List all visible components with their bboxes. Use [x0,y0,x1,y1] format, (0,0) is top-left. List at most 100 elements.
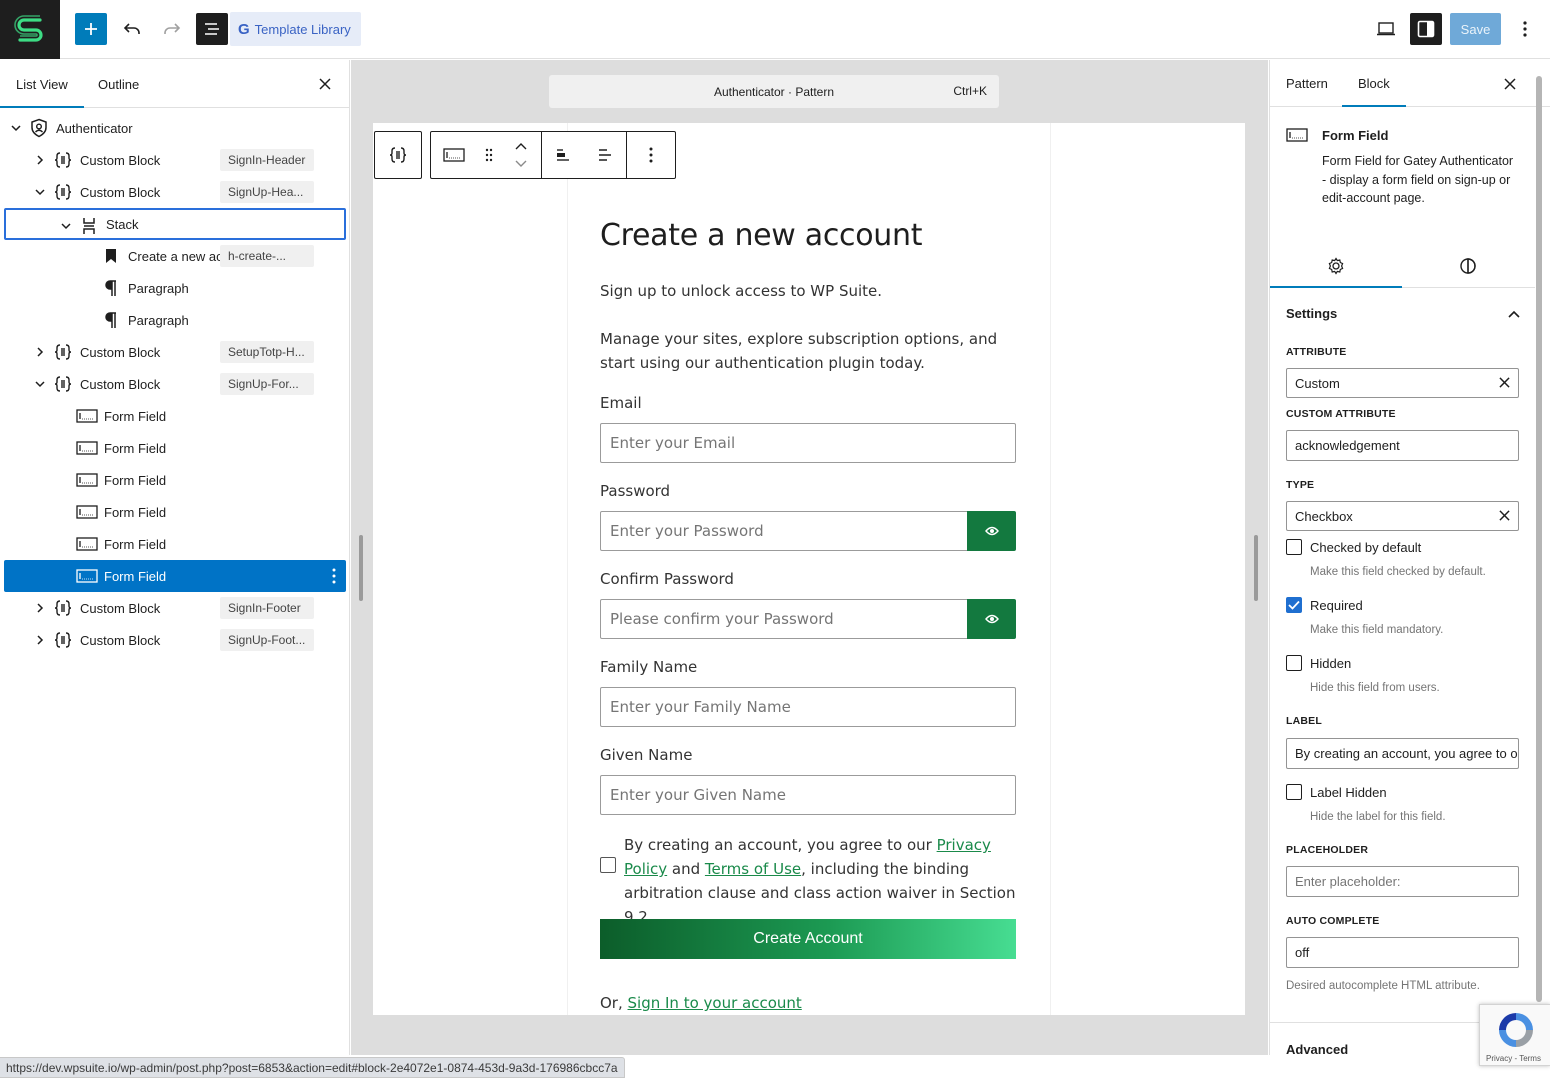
template-library-button[interactable]: G Template Library [230,12,361,46]
clear-type-icon[interactable] [1499,509,1510,524]
justify-button[interactable] [584,132,626,178]
list-view-item[interactable]: Custom Block SignUp-For... [4,368,346,400]
label-label: LABEL [1286,715,1322,727]
list-view-item[interactable]: Form Field [4,560,346,592]
chevron-right-icon[interactable] [34,346,46,358]
list-view-item[interactable]: Form Field [4,400,346,432]
block-options-button[interactable] [627,132,675,178]
eye-icon [984,614,999,624]
recaptcha-links[interactable]: Privacy - Terms [1486,1054,1541,1063]
gear-icon [1328,257,1344,275]
redo-icon [164,23,181,34]
show-confirm-password-button[interactable] [967,599,1016,639]
type-select[interactable]: Checkbox [1286,501,1519,531]
settings-sidebar-toggle[interactable] [1410,13,1442,45]
tab-pattern[interactable]: Pattern [1270,60,1344,107]
list-view-item[interactable]: Custom Block SetupTotp-H... [4,336,346,368]
resize-handle-right[interactable] [1254,535,1258,601]
list-view-item[interactable]: Form Field [4,464,346,496]
hidden-help: Hide this field from users. [1310,682,1440,694]
preview-device-button[interactable] [1370,13,1402,45]
checked-by-default-checkbox[interactable] [1286,539,1302,555]
document-overview-button[interactable] [196,13,228,45]
block-type-button[interactable] [431,132,477,178]
settings-title: Settings [1286,306,1338,321]
type-value: Checkbox [1295,508,1353,524]
consent-checkbox[interactable] [600,857,616,873]
list-view-item[interactable]: Authenticator [4,112,346,144]
create-account-button[interactable]: Create Account [600,919,1016,959]
list-view-item[interactable]: Paragraph [4,272,346,304]
resize-handle-left[interactable] [359,535,363,601]
form-field-icon [443,148,465,162]
chevron-right-icon[interactable] [34,602,46,614]
save-button[interactable]: Save [1450,13,1501,45]
confirm-password-field[interactable]: Please confirm your Password [600,599,968,639]
clear-attribute-icon[interactable] [1499,376,1510,391]
command-palette-bar[interactable]: Authenticator · Pattern Ctrl+K [549,75,999,108]
list-view-item[interactable]: Form Field [4,432,346,464]
parent-block-button[interactable] [374,131,422,179]
drag-icon [485,148,493,162]
chevron-down-icon[interactable] [34,186,46,198]
site-logo-icon[interactable] [0,0,60,59]
intro-paragraph-2[interactable]: Manage your sites, explore subscription … [600,327,1020,375]
tab-outline[interactable]: Outline [82,60,155,108]
placeholder-input[interactable]: Enter placeholder: [1286,866,1519,897]
tab-settings[interactable] [1270,244,1402,288]
close-panel-button[interactable] [315,74,335,94]
close-settings-button[interactable] [1500,74,1520,94]
list-view-item[interactable]: Create a new acc... h-create-... [4,240,346,272]
checked-by-default-help: Make this field checked by default. [1310,566,1486,578]
settings-sidebar: Pattern Block Form Field Form Field for … [1269,60,1550,1057]
form-heading[interactable]: Create a new account [600,218,923,253]
more-vertical-icon[interactable] [332,568,336,587]
chevron-down-icon[interactable] [10,122,22,134]
label-input[interactable]: By creating an account, you agree to our [1286,738,1519,769]
required-checkbox[interactable] [1286,597,1302,613]
email-field[interactable]: Enter your Email [600,423,1016,463]
list-view-item[interactable]: Custom Block SignIn-Header [4,144,346,176]
sidebar-scrollbar[interactable] [1536,76,1542,1002]
recaptcha-badge[interactable]: Privacy - Terms [1479,1004,1550,1066]
list-view-item[interactable]: Custom Block SignUp-Foot... [4,624,346,656]
redo-button[interactable] [156,13,188,45]
terms-of-use-link[interactable]: Terms of Use [705,860,801,878]
document-title: Authenticator · Pattern [713,84,835,99]
tab-list-view[interactable]: List View [0,60,84,108]
autocomplete-input[interactable]: off [1286,937,1519,968]
given-name-field[interactable]: Enter your Given Name [600,775,1016,815]
tab-styles[interactable] [1402,244,1534,288]
label-hidden-checkbox[interactable] [1286,784,1302,800]
password-field[interactable]: Enter your Password [600,511,968,551]
chevron-right-icon[interactable] [34,634,46,646]
options-button[interactable] [1509,13,1541,45]
list-view-item[interactable]: Paragraph [4,304,346,336]
chevron-down-icon[interactable] [34,378,46,390]
list-view-item[interactable]: Custom Block SignUp-Hea... [4,176,346,208]
custom-attribute-input[interactable]: acknowledgement [1286,430,1519,461]
block-card-description: Form Field for Gatey Authenticator - dis… [1322,154,1514,205]
tab-block[interactable]: Block [1342,60,1406,107]
attribute-select[interactable]: Custom [1286,368,1519,398]
show-password-button[interactable] [967,511,1016,551]
list-view-item[interactable]: Stack [4,208,346,240]
family-name-field[interactable]: Enter your Family Name [600,687,1016,727]
align-button[interactable] [542,132,584,178]
chevron-right-icon[interactable] [34,154,46,166]
hidden-checkbox[interactable] [1286,655,1302,671]
family-name-label: Family Name [600,658,698,676]
add-block-button[interactable] [75,13,107,45]
sign-in-link[interactable]: Sign In to your account [628,994,802,1012]
advanced-panel-toggle[interactable]: Advanced [1286,1042,1348,1057]
move-up-down-button[interactable] [501,132,541,178]
drag-handle[interactable] [477,132,501,178]
list-view-item[interactable]: Form Field [4,496,346,528]
settings-panel-toggle[interactable]: Settings [1286,306,1520,321]
signin-line: Or, Sign In to your account [600,994,802,1012]
list-view-item[interactable]: Form Field [4,528,346,560]
chevron-down-icon[interactable] [60,220,72,232]
list-view-item[interactable]: Custom Block SignIn-Footer [4,592,346,624]
intro-paragraph-1[interactable]: Sign up to unlock access to WP Suite. [600,279,1020,303]
undo-button[interactable] [116,13,148,45]
